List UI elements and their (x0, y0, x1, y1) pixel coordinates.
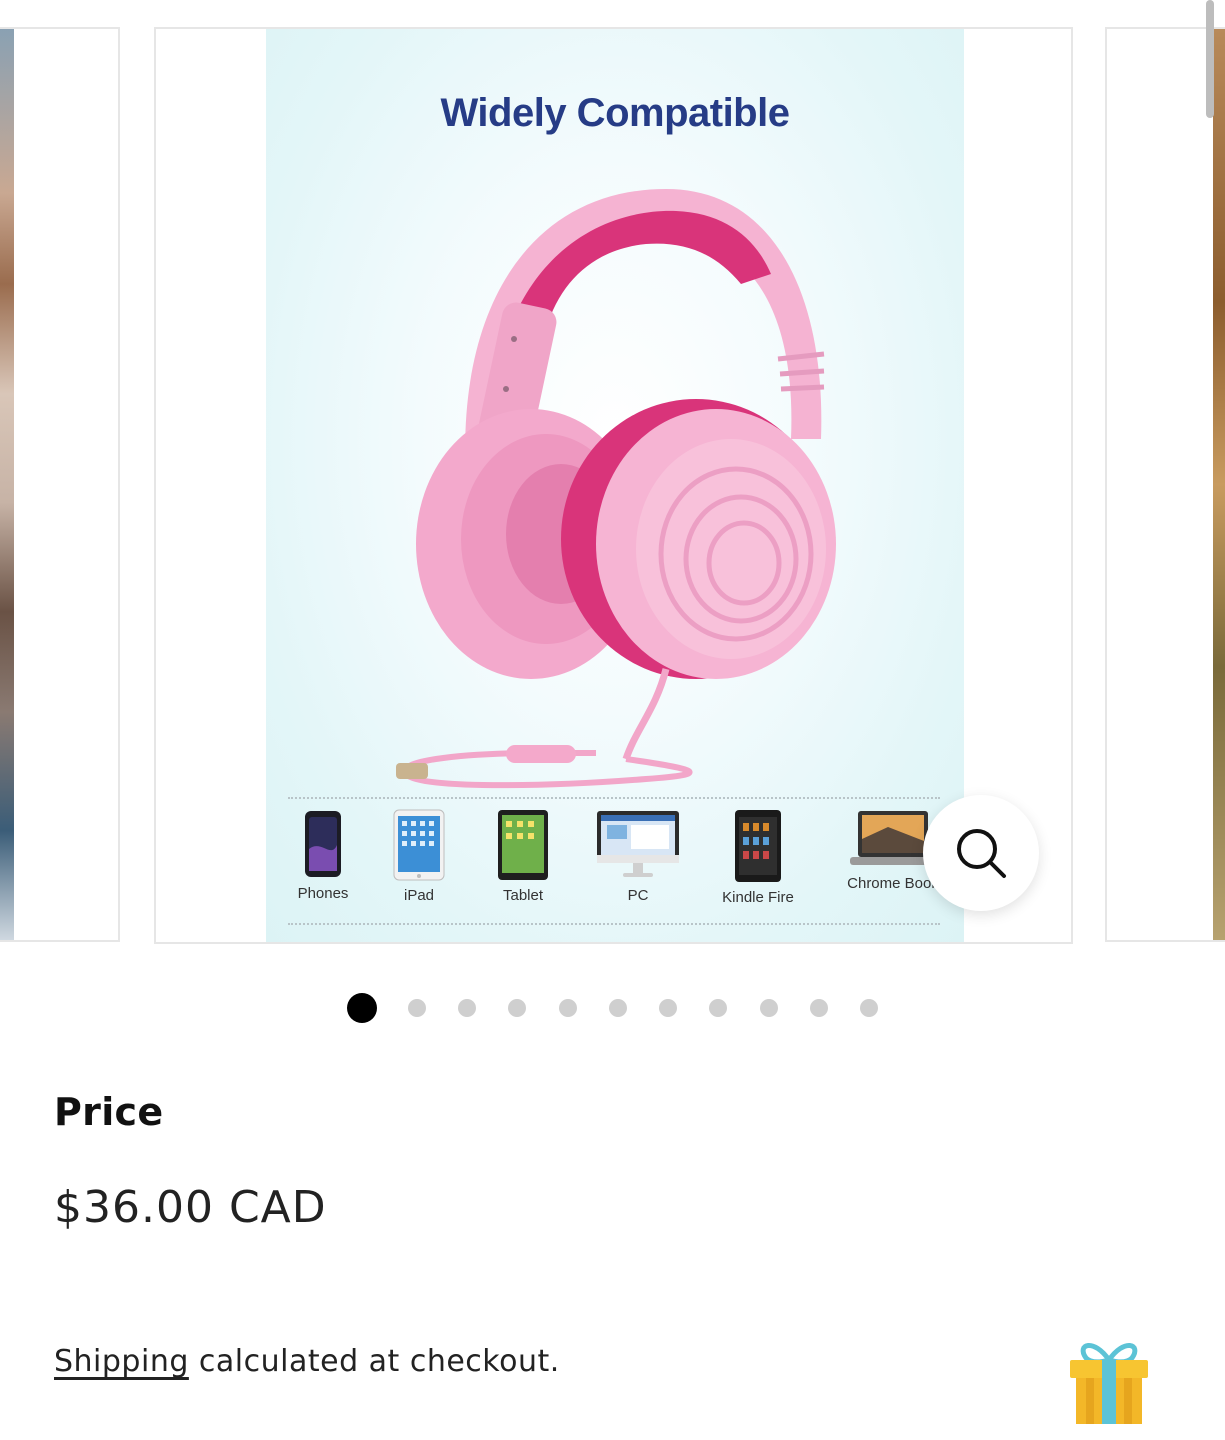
previous-slide-image (0, 29, 14, 940)
next-slide-image (1213, 29, 1225, 940)
pc-icon (597, 811, 679, 877)
scrollbar-thumb[interactable] (1206, 0, 1214, 118)
price-label: Price (54, 1090, 164, 1134)
pagination-dot[interactable] (559, 999, 577, 1017)
pagination-dot[interactable] (609, 999, 627, 1017)
kindle-icon (735, 810, 781, 882)
device-pc: PC (583, 809, 693, 904)
pagination-dot[interactable] (860, 999, 878, 1017)
pagination-dot-active[interactable] (347, 993, 377, 1023)
device-ipad: iPad (364, 809, 474, 904)
shipping-note: Shipping calculated at checkout. (54, 1344, 560, 1379)
next-slide-peek[interactable] (1105, 27, 1225, 942)
device-phones: Phones (268, 809, 378, 902)
device-kindle-fire: Kindle Fire (703, 809, 813, 906)
pagination-dot[interactable] (810, 999, 828, 1017)
pagination-dot[interactable] (408, 999, 426, 1017)
pagination-dot[interactable] (659, 999, 677, 1017)
pagination-dot[interactable] (709, 999, 727, 1017)
product-image-carousel[interactable]: Widely Compatible Phones iPad Tablet PC … (0, 0, 1225, 960)
device-label: PC (627, 887, 649, 904)
tablet-icon (498, 810, 548, 880)
zoom-button[interactable] (923, 795, 1039, 911)
device-label: Tablet (502, 887, 544, 904)
current-slide[interactable]: Widely Compatible Phones iPad Tablet PC … (154, 27, 1073, 944)
shipping-note-text: calculated at checkout. (188, 1344, 560, 1379)
carousel-pagination (0, 990, 1225, 1026)
price-value: $36.00 CAD (54, 1182, 327, 1233)
pagination-dot[interactable] (508, 999, 526, 1017)
device-label: iPad (403, 887, 435, 904)
headphones-illustration (396, 189, 836, 789)
search-icon (957, 829, 1006, 878)
device-compatibility-row: Phones iPad Tablet PC Kindle Fire Chrome… (288, 797, 940, 925)
phone-icon (305, 811, 341, 877)
shipping-link[interactable]: Shipping (54, 1344, 189, 1379)
device-tablet: Tablet (468, 809, 578, 904)
pagination-dot[interactable] (760, 999, 778, 1017)
gift-icon[interactable] (1064, 1338, 1154, 1432)
ipad-icon (393, 809, 445, 881)
pagination-dot[interactable] (458, 999, 476, 1017)
device-label: Phones (297, 885, 349, 902)
previous-slide-peek[interactable] (0, 27, 120, 942)
device-label: Kindle Fire (722, 889, 794, 906)
image-headline: Widely Compatible (440, 91, 790, 135)
product-image[interactable]: Widely Compatible Phones iPad Tablet PC … (266, 29, 964, 942)
